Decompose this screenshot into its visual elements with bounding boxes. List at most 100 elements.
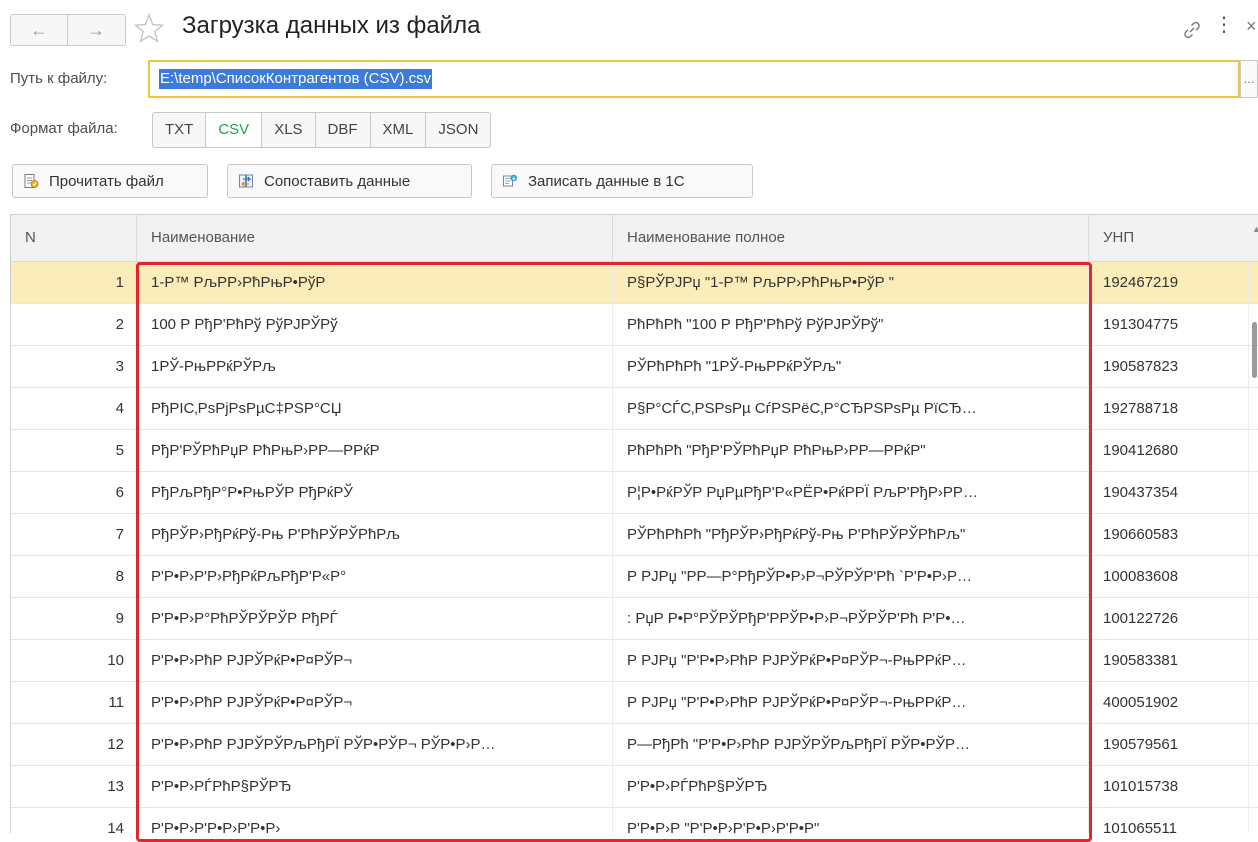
cell-name: Р'Р•Р›РћР РЈРЎРќР•Р¤РЎР¬ <box>137 682 613 723</box>
back-button[interactable]: ← <box>11 15 67 45</box>
cell-name: 100 Р РђР'РћРў РўРЈРЎРў <box>137 304 613 345</box>
table-row[interactable]: 14 Р'Р•Р›Р'Р•Р›Р'Р•Р› Р'Р•Р›Р "Р'Р•Р›Р'Р… <box>11 808 1258 833</box>
cell-unp: 192467219 <box>1089 262 1249 303</box>
cell-full-name: : РџР Р•Р°РЎРЎРђР'РРЎР•Р›Р¬РЎРЎР'Рћ Р'Р•… <box>613 598 1089 639</box>
file-path-label: Путь к файлу: <box>10 70 108 87</box>
cell-n: 11 <box>11 682 137 723</box>
table-row[interactable]: 12 Р'Р•Р›РћР РЈРЎРЎРљРђРЇ РЎР•РЎР¬ РЎР•Р… <box>11 724 1258 766</box>
table-row[interactable]: 7 РђРЎР›РђРќРў-Рњ Р'РћРЎРЎРћРљ РЎРћРћРћ … <box>11 514 1258 556</box>
more-actions-icon[interactable]: ⋮ <box>1214 15 1234 35</box>
write-data-button[interactable]: Записать данные в 1С <box>491 164 753 198</box>
file-select-button[interactable]: ... <box>1240 60 1258 98</box>
cell-full-name: РћРћРћ "100 Р РђР'РћРў РўРЈРЎРў" <box>613 304 1089 345</box>
format-option-dbf[interactable]: DBF <box>314 113 370 147</box>
cell-full-name: Р§РЎРЈРџ "1-Р™ РљРР›РћРњР•РўР " <box>613 262 1089 303</box>
cell-n: 5 <box>11 430 137 471</box>
match-data-label: Сопоставить данные <box>264 172 411 190</box>
format-option-csv[interactable]: CSV <box>205 113 262 147</box>
cell-unp: 192788718 <box>1089 388 1249 429</box>
forward-button[interactable]: → <box>67 15 124 45</box>
table-row[interactable]: 3 1РЎ-РњРРќРЎРљ РЎРћРћРћ "1РЎ-РњРРќРЎРљ"… <box>11 346 1258 388</box>
data-table[interactable]: N Наименование Наименование полное УНП 1… <box>10 214 1258 833</box>
favorite-star-icon[interactable] <box>134 12 164 46</box>
column-header-name[interactable]: Наименование <box>137 215 613 261</box>
scroll-up-icon[interactable]: ▲ <box>1252 224 1258 234</box>
format-option-xls[interactable]: XLS <box>261 113 314 147</box>
file-path-input[interactable]: E:\temp\СписокКонтрагентов (CSV).csv <box>148 60 1240 98</box>
link-icon[interactable] <box>1182 20 1202 40</box>
file-format-selector: TXT CSV XLS DBF XML JSON <box>152 112 492 148</box>
cell-full-name: Р¦Р•РќРЎР РџРµРђР'Р«РЁР•РќРРЇ РљР'РђР›РР… <box>613 472 1089 513</box>
table-row[interactable]: 6 РђРљРђР°Р•РњРЎР РђРќРЎ Р¦Р•РќРЎР РџРµР… <box>11 472 1258 514</box>
cell-n: 7 <box>11 514 137 555</box>
table-row[interactable]: 2 100 Р РђР'РћРў РўРЈРЎРў РћРћРћ "100 Р … <box>11 304 1258 346</box>
table-row[interactable]: 5 РђР'РЎРћРџР РћРњР›РР—РРќР РћРћРћ "РђР'… <box>11 430 1258 472</box>
cell-unp: 190587823 <box>1089 346 1249 387</box>
cell-name: РђРљРђР°Р•РњРЎР РђРќРЎ <box>137 472 613 513</box>
cell-name: 1РЎ-РњРРќРЎРљ <box>137 346 613 387</box>
vertical-scrollbar[interactable] <box>1250 260 1258 832</box>
cell-full-name: РЎРћРћРћ "1РЎ-РњРРќРЎРљ" <box>613 346 1089 387</box>
read-file-button[interactable]: Прочитать файл <box>12 164 208 198</box>
cell-n: 3 <box>11 346 137 387</box>
table-row[interactable]: 13 Р'Р•Р›РЃРћР§РЎРЂ Р'Р•Р›РЃРћР§РЎРЂ 101… <box>11 766 1258 808</box>
write-data-label: Записать данные в 1С <box>528 172 685 190</box>
cell-n: 10 <box>11 640 137 681</box>
cell-unp: 100122726 <box>1089 598 1249 639</box>
table-header: N Наименование Наименование полное УНП <box>11 215 1258 262</box>
cell-name: 1-Р™ РљРР›РћРњР•РўР <box>137 262 613 303</box>
cell-unp: 190579561 <box>1089 724 1249 765</box>
cell-unp: 190437354 <box>1089 472 1249 513</box>
column-header-unp[interactable]: УНП <box>1089 215 1258 261</box>
cell-unp: 190583381 <box>1089 640 1249 681</box>
table-row[interactable]: 4 РђРІС‚РѕРјРѕРµС‡РЅР°СЏ Р§Р°СЃС‚РЅРѕРµ … <box>11 388 1258 430</box>
table-row[interactable]: 11 Р'Р•Р›РћР РЈРЎРќР•Р¤РЎР¬ Р РЈРџ "Р'Р•… <box>11 682 1258 724</box>
cell-full-name: Р—РђРћ "Р'Р•Р›РћР РЈРЎРЎРљРђРЇ РЎР•РЎР… <box>613 724 1089 765</box>
cell-unp: 101015738 <box>1089 766 1249 807</box>
cell-n: 2 <box>11 304 137 345</box>
cell-name: Р'Р•Р›РћР РЈРЎРќР•Р¤РЎР¬ <box>137 640 613 681</box>
write-data-icon <box>503 174 517 187</box>
title-bar: ← → Загрузка данных из файла ⋮ × <box>0 0 1258 62</box>
cell-n: 12 <box>11 724 137 765</box>
column-header-full-name[interactable]: Наименование полное <box>613 215 1089 261</box>
cell-name: Р'Р•Р›Р'Р•Р›Р'Р•Р› <box>137 808 613 833</box>
format-option-txt[interactable]: TXT <box>153 113 205 147</box>
page-title: Загрузка данных из файла <box>182 12 481 39</box>
back-arrow-icon: ← <box>30 19 48 40</box>
format-option-xml[interactable]: XML <box>369 113 426 147</box>
cell-full-name: Р РЈРџ "Р'Р•Р›РћР РЈРЎРќР•Р¤РЎР¬-РњРРќР… <box>613 682 1089 723</box>
navigation-group: ← → <box>10 14 126 46</box>
format-option-json[interactable]: JSON <box>425 113 490 147</box>
cell-n: 14 <box>11 808 137 833</box>
cell-full-name: РЎРћРћРћ "РђРЎР›РђРќРў-Рњ Р'РћРЎРЎРћРљ" <box>613 514 1089 555</box>
cell-full-name: Р РЈРџ "РР—Р°РђРЎР•Р›Р¬РЎРЎР'Рћ `Р'Р•Р›Р… <box>613 556 1089 597</box>
scrollbar-thumb[interactable] <box>1252 322 1257 378</box>
read-file-icon <box>24 174 39 188</box>
cell-full-name: РћРћРћ "РђР'РЎРћРџР РћРњР›РР—РРќР" <box>613 430 1089 471</box>
cell-name: РђРІС‚РѕРјРѕРµС‡РЅР°СЏ <box>137 388 613 429</box>
cell-unp: 190660583 <box>1089 514 1249 555</box>
table-row[interactable]: 10 Р'Р•Р›РћР РЈРЎРќР•Р¤РЎР¬ Р РЈРџ "Р'Р•… <box>11 640 1258 682</box>
file-path-value: E:\temp\СписокКонтрагентов (CSV).csv <box>159 69 433 89</box>
cell-full-name: Р'Р•Р›Р "Р'Р•Р›Р'Р•Р›Р'Р•Р" <box>613 808 1089 833</box>
table-row[interactable]: 1 1-Р™ РљРР›РћРњР•РўР Р§РЎРЈРџ "1-Р™ РљР… <box>11 262 1258 304</box>
cell-unp: 190412680 <box>1089 430 1249 471</box>
close-icon[interactable]: × <box>1246 16 1257 37</box>
cell-n: 4 <box>11 388 137 429</box>
cell-name: Р'Р•Р›РЃРћР§РЎРЂ <box>137 766 613 807</box>
cell-full-name: Р РЈРџ "Р'Р•Р›РћР РЈРЎРќР•Р¤РЎР¬-РњРРќР… <box>613 640 1089 681</box>
table-row[interactable]: 9 Р'Р•Р›Р°РћРЎРЎРЎР РђРЃ : РџР Р•Р°РЎРЎР… <box>11 598 1258 640</box>
cell-n: 1 <box>11 262 137 303</box>
cell-unp: 191304775 <box>1089 304 1249 345</box>
cell-full-name: Р'Р•Р›РЃРћР§РЎРЂ <box>613 766 1089 807</box>
cell-name: РђРЎР›РђРќРў-Рњ Р'РћРЎРЎРћРљ <box>137 514 613 555</box>
read-file-label: Прочитать файл <box>49 172 164 190</box>
cell-unp: 100083608 <box>1089 556 1249 597</box>
column-header-n[interactable]: N <box>11 215 137 261</box>
cell-n: 6 <box>11 472 137 513</box>
table-row[interactable]: 8 Р'Р•Р›Р'Р›РђРќРљРђР'Р«Р° Р РЈРџ "РР—Р°… <box>11 556 1258 598</box>
match-data-button[interactable]: Сопоставить данные <box>227 164 472 198</box>
cell-unp: 101065511 <box>1089 808 1249 833</box>
cell-name: Р'Р•Р›Р°РћРЎРЎРЎР РђРЃ <box>137 598 613 639</box>
